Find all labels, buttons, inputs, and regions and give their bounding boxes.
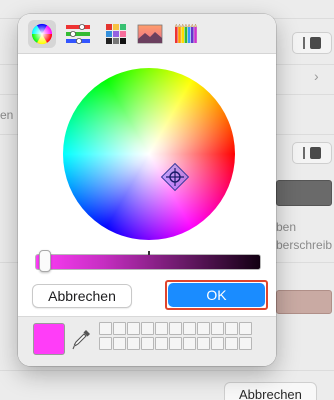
favorite-color-slot[interactable] — [183, 322, 196, 335]
crosshair-icon — [166, 168, 184, 186]
slider-center-tick — [148, 251, 150, 255]
favorite-color-slot[interactable] — [211, 337, 224, 350]
alignment-segment-control[interactable] — [292, 32, 332, 54]
color-palettes-tab[interactable] — [102, 20, 130, 48]
favorite-color-slot[interactable] — [197, 337, 210, 350]
color-wheel[interactable] — [63, 68, 235, 240]
cancel-button[interactable]: Abbrechen — [32, 284, 132, 308]
background-cancel-button[interactable]: Abbrechen — [224, 382, 317, 400]
favorite-color-slot[interactable] — [225, 322, 238, 335]
gray-color-well[interactable] — [276, 180, 332, 206]
favorite-color-slot[interactable] — [155, 322, 168, 335]
rose-color-well[interactable] — [276, 290, 332, 314]
brightness-slider[interactable] — [35, 254, 261, 270]
color-picker-toolbar — [18, 14, 276, 54]
image-palettes-tab[interactable] — [136, 20, 164, 48]
favorite-color-slot[interactable] — [239, 337, 252, 350]
favorite-color-slot[interactable] — [197, 322, 210, 335]
favorite-swatches — [99, 322, 252, 350]
favorite-color-slot[interactable] — [99, 337, 112, 350]
divider — [0, 370, 334, 371]
background-label: en — [0, 108, 14, 122]
favorite-color-slot[interactable] — [113, 337, 126, 350]
color-picker-panel: Abbrechen OK — [18, 14, 276, 366]
favorite-color-slot[interactable] — [99, 322, 112, 335]
image-icon — [137, 24, 163, 44]
alignment-segment-control-2[interactable] — [292, 142, 332, 164]
color-wheel-icon — [31, 23, 53, 45]
favorite-color-slot[interactable] — [127, 337, 140, 350]
background-label: berschreib — [276, 238, 333, 252]
background-label: ben — [276, 220, 297, 234]
sliders-icon — [66, 24, 90, 44]
favorite-color-slot[interactable] — [225, 337, 238, 350]
favorite-color-slot[interactable] — [113, 322, 126, 335]
pencils-tab[interactable] — [172, 20, 200, 48]
color-wheel-tab[interactable] — [28, 20, 56, 48]
pencils-icon — [174, 23, 197, 43]
favorite-color-slot[interactable] — [169, 337, 182, 350]
brightness-slider-thumb[interactable] — [39, 250, 51, 272]
favorite-color-slot[interactable] — [141, 322, 154, 335]
favorite-color-slot[interactable] — [239, 322, 252, 335]
favorite-color-slot[interactable] — [141, 337, 154, 350]
favorite-color-slot[interactable] — [169, 322, 182, 335]
current-color-swatch[interactable] — [33, 323, 65, 355]
favorite-color-slot[interactable] — [155, 337, 168, 350]
favorite-color-slot[interactable] — [127, 322, 140, 335]
palette-icon — [106, 24, 126, 44]
favorite-color-slot[interactable] — [211, 322, 224, 335]
ok-button[interactable]: OK — [168, 283, 265, 307]
color-sliders-tab[interactable] — [64, 20, 92, 48]
eyedropper-icon[interactable] — [72, 328, 92, 352]
favorite-color-slot[interactable] — [183, 337, 196, 350]
chevron-right-icon[interactable]: › — [314, 68, 319, 84]
